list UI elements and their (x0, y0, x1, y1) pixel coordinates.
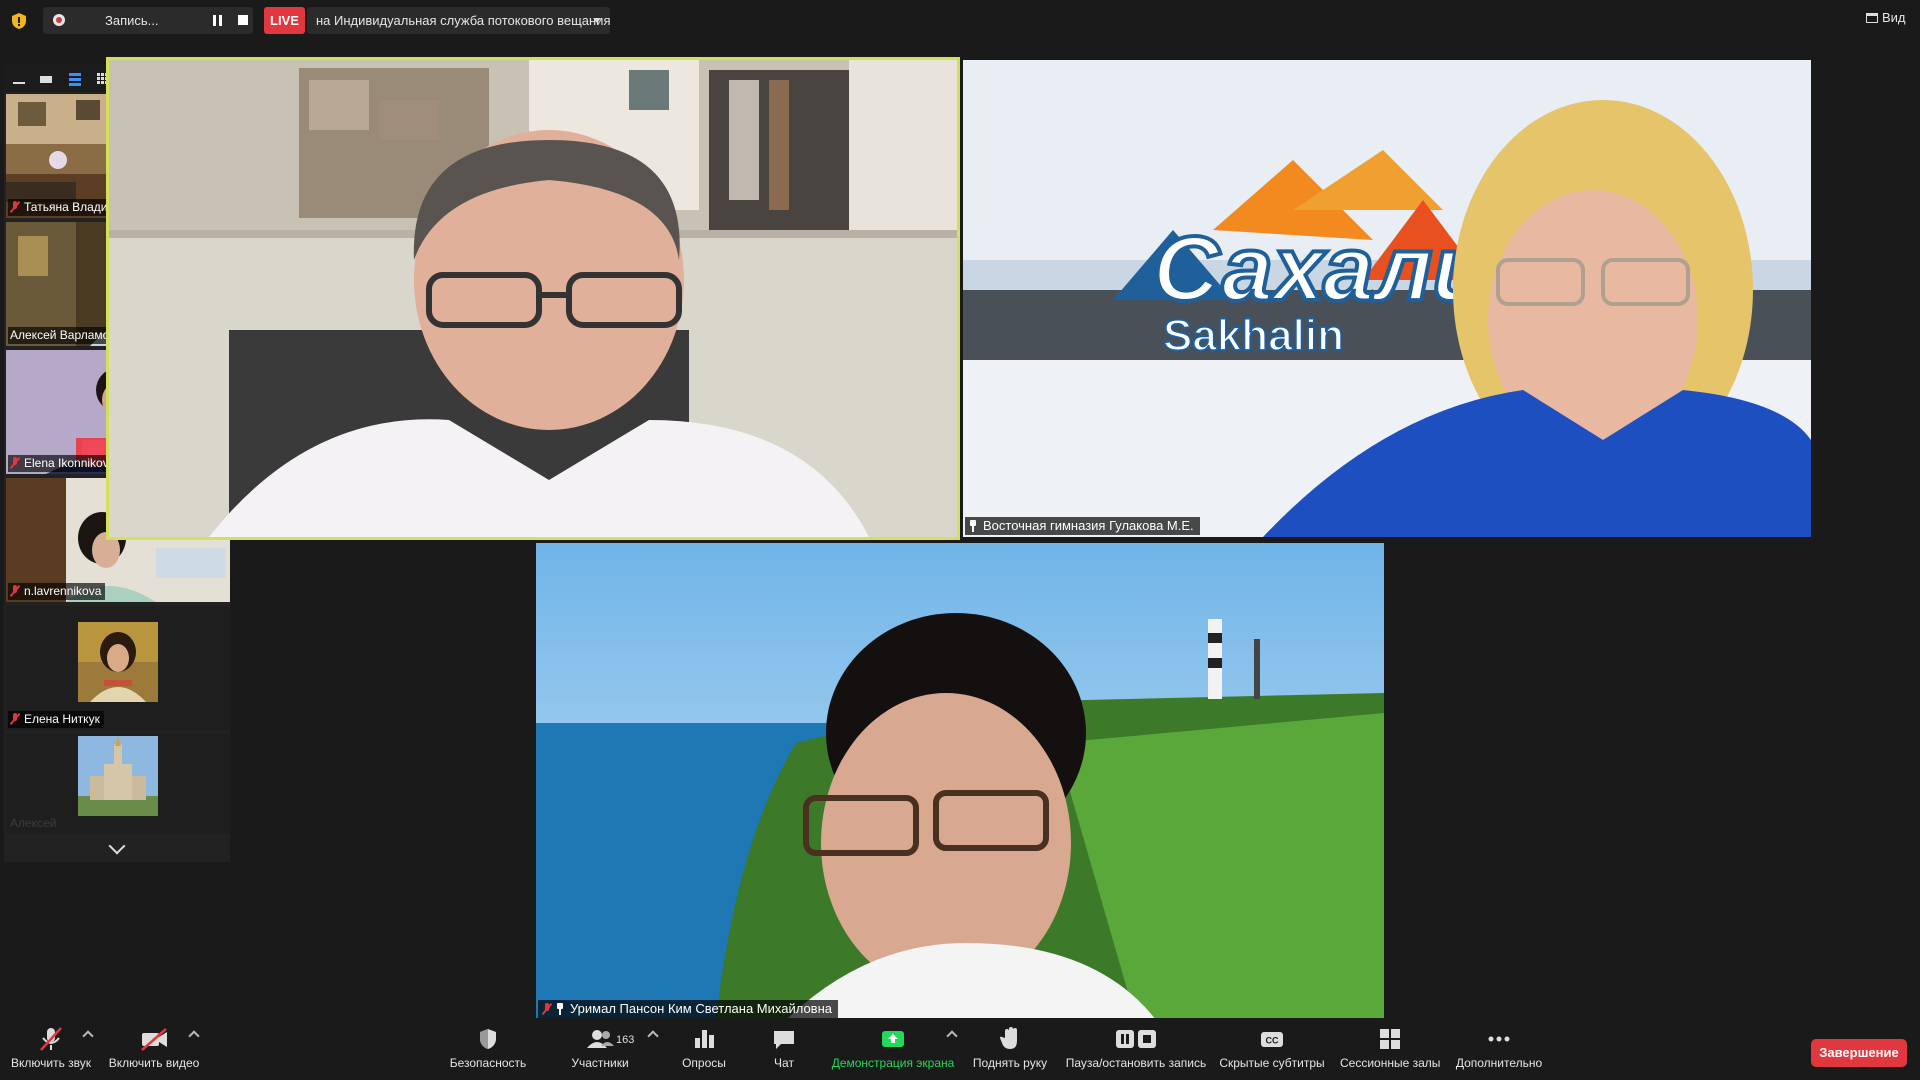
small-view-icon[interactable] (38, 72, 56, 86)
video-off-icon (141, 1028, 167, 1051)
speaker-video (109, 60, 957, 537)
view-button[interactable]: Вид (1866, 10, 1906, 25)
recording-label: Запись... (105, 13, 159, 28)
chat-icon (774, 1031, 794, 1049)
share-screen-button[interactable]: Демонстрация экрана (828, 1026, 958, 1070)
live-badge: LIVE (264, 7, 305, 34)
chevron-down-icon[interactable] (108, 837, 126, 855)
more-icon (1488, 1036, 1510, 1042)
more-button[interactable]: Дополнительно (1454, 1026, 1544, 1070)
security-button[interactable]: Безопасность (446, 1026, 530, 1070)
pause-stop-icon (1116, 1030, 1156, 1048)
recording-indicator: Запись... (43, 7, 253, 34)
closed-captions-button[interactable]: CC Скрытые субтитры (1218, 1026, 1326, 1070)
start-video-button[interactable]: Включить видео (106, 1026, 202, 1070)
shield-icon[interactable] (11, 12, 27, 30)
participant-name: Алексей (10, 816, 57, 830)
unmute-button[interactable]: Включить звук (10, 1026, 92, 1070)
participant-name: Уримал Пансон Ким Светлана Михайловна (538, 1000, 838, 1018)
background-logo-subtext: Sakhalin (1163, 311, 1344, 360)
participants-options-caret[interactable] (647, 1030, 659, 1042)
muted-mic-icon (10, 201, 20, 213)
strip-view-icon[interactable] (66, 72, 84, 86)
participant-name: Elena Ikonnikova (8, 455, 120, 472)
participant-name: n.lavrennikova (8, 583, 106, 600)
participants-icon (587, 1030, 614, 1048)
participant-video (536, 543, 1384, 1020)
participants-button[interactable]: Участники (566, 1026, 634, 1070)
muted-mic-icon (10, 713, 20, 725)
raise-hand-icon (1000, 1027, 1017, 1049)
stream-target-label: на Индивидуальная служба потокового веща… (316, 13, 611, 28)
muted-mic-icon (542, 1003, 552, 1015)
stream-target-dropdown[interactable]: на Индивидуальная служба потокового веща… (307, 7, 610, 34)
shield-icon (480, 1029, 496, 1049)
pin-icon (556, 1003, 564, 1015)
participant-thumbnail[interactable]: Алексей (6, 734, 230, 834)
participant-name: Восточная гимназия Гулакова М.Е. (965, 517, 1200, 535)
video-tile[interactable]: Уримал Пансон Ким Светлана Михайловна (536, 543, 1384, 1020)
participant-thumbnail[interactable]: Елена Ниткук (6, 606, 230, 730)
breakout-rooms-button[interactable]: Сессионные залы (1340, 1026, 1440, 1070)
microphone-muted-icon (40, 1027, 62, 1051)
participant-name: Алексей Варламов (8, 327, 120, 344)
pause-stop-recording-button[interactable]: Пауза/остановить запись (1062, 1026, 1210, 1070)
breakout-rooms-icon (1380, 1029, 1400, 1049)
view-icon (1866, 13, 1878, 23)
top-bar: Запись... LIVE на Индивидуальная служба … (0, 0, 1920, 42)
active-speaker-tile[interactable] (106, 57, 960, 540)
closed-captions-icon: CC (1261, 1032, 1283, 1047)
pause-recording-button[interactable] (213, 15, 223, 26)
recording-dot-icon (53, 14, 65, 26)
raise-hand-button[interactable]: Поднять руку (968, 1026, 1052, 1070)
participants-count: 163 (616, 1034, 635, 1046)
stop-recording-button[interactable] (238, 15, 248, 25)
muted-mic-icon (10, 457, 20, 469)
polls-icon (695, 1030, 714, 1048)
meeting-toolbar: Включить звук Включить видео Безопасност… (0, 1018, 1920, 1080)
end-meeting-button[interactable]: Завершение (1811, 1039, 1907, 1067)
chat-button[interactable]: Чат (766, 1026, 802, 1070)
video-tile[interactable]: Сахалин Sakhalin Восточная гимназия Гула… (963, 60, 1811, 537)
participant-avatar (78, 736, 158, 816)
muted-mic-icon (10, 585, 20, 597)
svg-text:CC: CC (1266, 1036, 1279, 1046)
minimize-view-icon[interactable] (10, 72, 28, 86)
share-screen-icon (882, 1031, 904, 1047)
pin-icon (969, 520, 977, 532)
participant-avatar (78, 622, 158, 702)
chevron-down-icon (593, 18, 601, 23)
participant-name: Елена Ниткук (8, 711, 104, 728)
participant-video: Сахалин Sakhalin (963, 60, 1811, 537)
polls-button[interactable]: Опросы (674, 1026, 734, 1070)
